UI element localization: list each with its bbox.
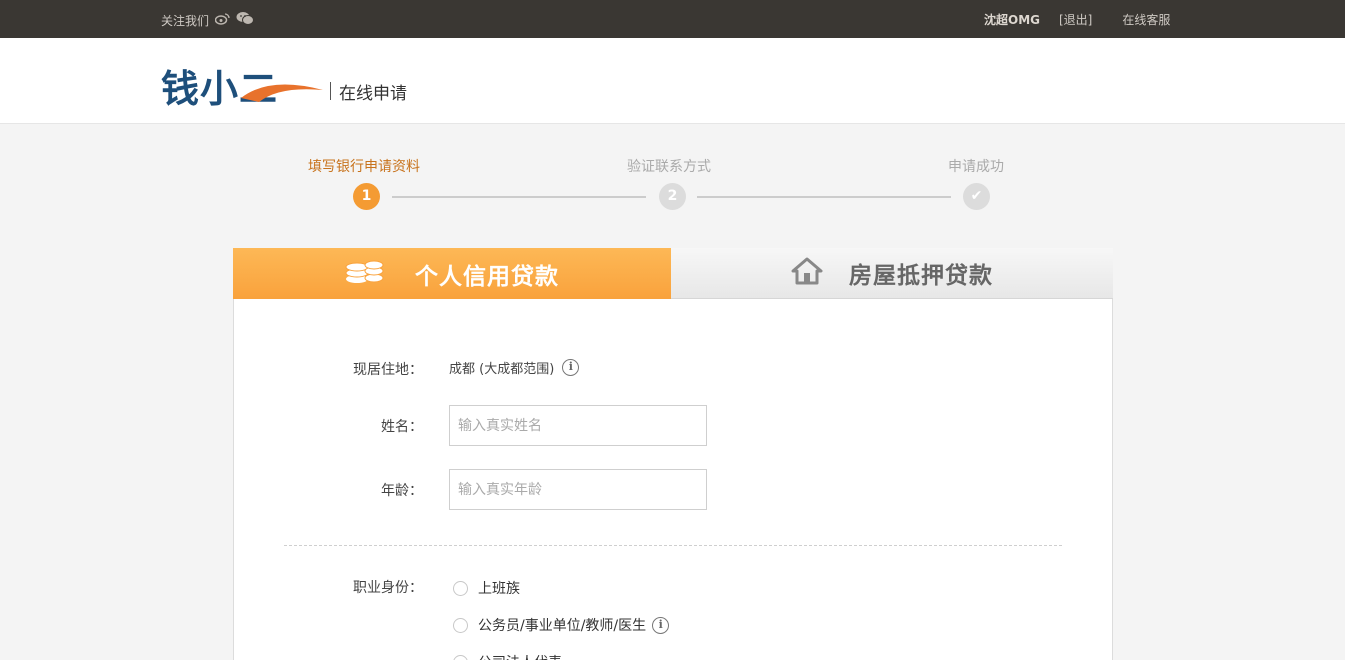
online-service-link[interactable]: 在线客服 [1122,11,1170,28]
step-1-label: 填写银行申请资料 [308,159,420,175]
step-1-circle: 1 [353,183,380,210]
step-2-circle: 2 [659,183,686,210]
house-icon [791,257,823,289]
occupation-option-label: 公司法人代表 [478,652,562,660]
application-card [233,248,1113,660]
occupation-option-label: 上班族 [478,581,520,597]
logo-separator [330,82,331,100]
age-input[interactable] [449,469,707,510]
top-bar: 关注我们 沈超OMG [退出] 在线客服 [0,0,1345,38]
coins-icon [345,259,385,289]
header: 钱小二 在线申请 [0,38,1345,124]
step-2-label: 验证联系方式 [627,159,711,175]
occupation-option-legal-rep[interactable]: 公司法人代表 [453,652,562,660]
logo[interactable]: 钱小二 [161,56,331,111]
tab-personal-credit-loan[interactable]: 个人信用贷款 [233,248,671,299]
step-connector-2 [697,196,951,198]
occupation-label: 职业身份： [353,580,423,596]
tab-house-label: 房屋抵押贷款 [849,262,993,289]
step-3-label: 申请成功 [948,159,1004,175]
residence-label: 现居住地： [353,362,423,378]
weibo-icon[interactable] [214,12,230,29]
occupation-option-label: 公务员/事业单位/教师/医生 [478,618,647,634]
occupation-info-icon[interactable]: i [652,616,670,634]
logo-swoosh-icon [241,84,323,102]
user-name[interactable]: 沈超OMG [984,11,1040,28]
occupation-option-office-worker[interactable]: 上班族 [453,578,520,598]
header-subtitle: 在线申请 [339,84,407,104]
follow-us: 关注我们 [161,11,255,29]
step-connector-1 [392,196,646,198]
radio-button[interactable] [453,617,468,633]
age-label: 年龄： [381,483,423,499]
tab-personal-label: 个人信用贷款 [415,262,559,290]
tab-house-mortgage-loan[interactable]: 房屋抵押贷款 [671,248,1113,299]
residence-value-wrap: 成都 (大成都范围) i [449,358,580,377]
name-label: 姓名： [381,419,423,435]
residence-value: 成都 (大成都范围) [449,362,555,377]
wechat-icon[interactable] [236,11,255,29]
logout-link[interactable]: [退出] [1059,11,1092,28]
occupation-option-civil-servant[interactable]: 公务员/事业单位/教师/医生 i [453,615,670,635]
name-input[interactable] [449,405,707,446]
follow-label: 关注我们 [161,13,210,28]
radio-button[interactable] [453,654,468,660]
user-links: 沈超OMG [退出] 在线客服 [984,11,1170,28]
step-3-check-icon: ✔ [963,183,990,210]
radio-button[interactable] [453,580,468,596]
section-divider [284,545,1062,546]
residence-info-icon[interactable]: i [562,359,580,376]
